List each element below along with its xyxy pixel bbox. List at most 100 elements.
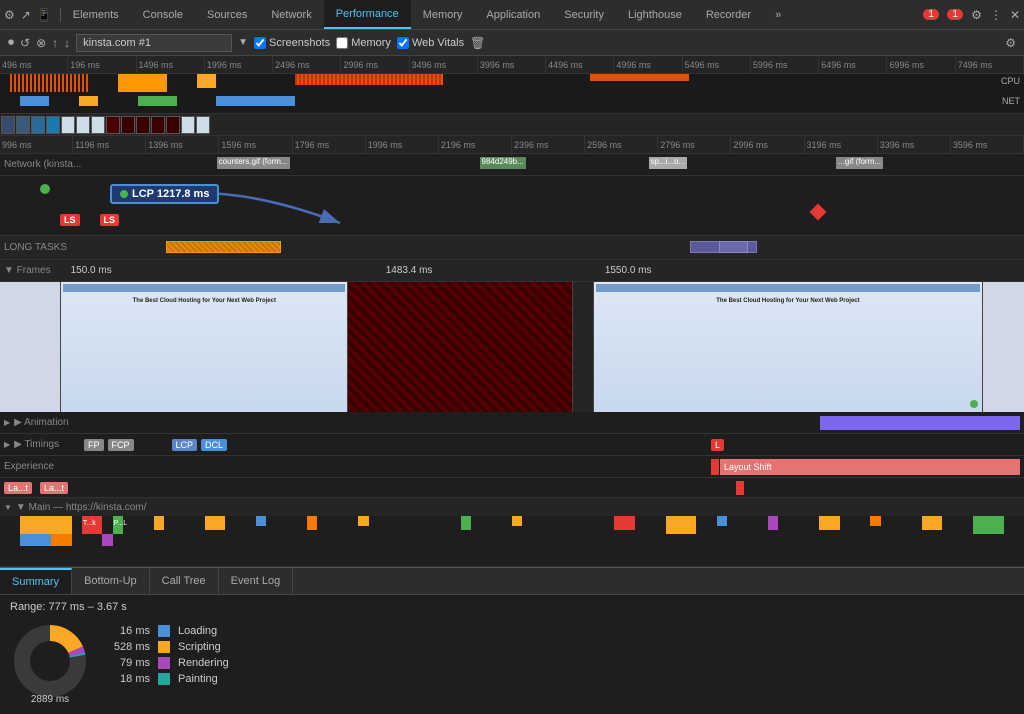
device-icon[interactable]: 📱 (37, 8, 52, 22)
screenshots-checkbox-label[interactable]: Screenshots (254, 37, 330, 49)
ruler2-tick-7: 2396 ms (512, 136, 585, 153)
tab-memory[interactable]: Memory (411, 0, 475, 29)
tab-bottom-up[interactable]: Bottom-Up (72, 568, 150, 594)
tab-elements[interactable]: Elements (61, 0, 131, 29)
tab-sources[interactable]: Sources (195, 0, 259, 29)
painting-color (158, 673, 170, 685)
ruler2-tick-3: 1596 ms (219, 136, 292, 153)
ls-markers: LS LS (60, 214, 119, 226)
la-t-marker-0: La...t (4, 482, 32, 494)
tab-network[interactable]: Network (259, 0, 323, 29)
flame-2 (51, 534, 71, 546)
timing-fcp: FCP (108, 439, 134, 451)
network-item-0: counters.gif (form... (217, 157, 290, 169)
memory-checkbox-label[interactable]: Memory (336, 37, 391, 49)
legend-painting: 18 ms Painting (110, 673, 229, 685)
main-expand-arrow: ▼ (4, 503, 12, 512)
reload-button[interactable]: ↺ (20, 36, 30, 50)
tick-1: 196 ms (68, 56, 136, 73)
ruler2-tick-11: 3196 ms (805, 136, 878, 153)
stop-button[interactable]: ⊗ (36, 36, 46, 50)
animation-bar (820, 416, 1020, 430)
tab-lighthouse[interactable]: Lighthouse (616, 0, 694, 29)
memory-checkbox[interactable] (336, 37, 348, 49)
timings-row: ▶ ▶ Timings FP FCP LCP DCL L (0, 434, 1024, 456)
loading-color (158, 625, 170, 637)
rendering-label: Rendering (178, 657, 229, 669)
tab-event-log[interactable]: Event Log (219, 568, 294, 594)
tab-call-tree[interactable]: Call Tree (150, 568, 219, 594)
inspect-icon[interactable]: ↗ (21, 8, 31, 22)
close-icon[interactable]: ✕ (1010, 8, 1020, 22)
badge-2: 1 (947, 9, 963, 20)
ruler2: 996 ms 1196 ms 1396 ms 1596 ms 1796 ms 1… (0, 136, 1024, 154)
flame-19 (922, 516, 942, 530)
scripting-label: Scripting (178, 641, 221, 653)
ellipsis-icon[interactable]: ⋮ (990, 8, 1002, 22)
tab-recorder[interactable]: Recorder (694, 0, 763, 29)
frame-time-0: 150.0 ms (71, 265, 112, 276)
tick-5: 2996 ms (341, 56, 409, 73)
long-tasks-label: LONG TASKS (0, 242, 71, 253)
donut-svg (10, 621, 90, 701)
ls-marker-0: LS (60, 214, 80, 226)
tab-performance[interactable]: Performance (324, 0, 411, 29)
frames-label: ▼ Frames (4, 265, 51, 276)
lcp-annotation: LCP 1217.8 ms (110, 184, 219, 204)
timing-l: L (711, 439, 724, 451)
settings2-icon[interactable]: ⚙ (1005, 36, 1016, 50)
web-vitals-checkbox-label[interactable]: Web Vitals (397, 37, 464, 49)
timings-label: ▶ ▶ Timings (0, 439, 80, 450)
lcp-label: LCP 1217.8 ms (132, 188, 209, 200)
ruler-ticks-top: 496 ms 196 ms 1496 ms 1996 ms 2496 ms 29… (0, 56, 1024, 74)
record-button[interactable]: ⏺ (8, 35, 14, 50)
network-row: Network (kinsta... counters.gif (form...… (0, 154, 1024, 176)
ruler2-tick-4: 1796 ms (293, 136, 366, 153)
legend-loading: 16 ms Loading (110, 625, 229, 637)
loading-label: Loading (178, 625, 217, 637)
long-tasks-small: La...t La...t (0, 478, 1024, 498)
frame-website-title: The Best Cloud Hosting for Your Next Web… (119, 298, 290, 306)
main-row-bars: T...k P...L (0, 516, 1024, 566)
tick-9: 4996 ms (614, 56, 682, 73)
legend-area: 16 ms Loading 528 ms Scripting 79 ms Ren… (110, 621, 229, 701)
tick-2: 1496 ms (137, 56, 205, 73)
tick-10: 5496 ms (683, 56, 751, 73)
rendering-color (158, 657, 170, 669)
tab-more[interactable]: » (763, 0, 793, 29)
upload-button[interactable]: ↑ (52, 36, 58, 50)
trash-icon[interactable]: 🗑 (470, 36, 485, 50)
flame-0 (20, 516, 71, 534)
layout-shift-tick (711, 459, 719, 475)
url-input[interactable] (76, 34, 232, 52)
network-item-3: ...gif (form... (836, 157, 883, 169)
tick-11: 5996 ms (751, 56, 819, 73)
donut-chart: 2889 ms (10, 621, 90, 701)
frame-green-dot (970, 400, 978, 408)
web-vitals-checkbox[interactable] (397, 37, 409, 49)
frame-time-2: 1550.0 ms (605, 265, 652, 276)
tick-12: 6496 ms (819, 56, 887, 73)
ruler2-tick-12: 3396 ms (878, 136, 951, 153)
tab-security[interactable]: Security (552, 0, 616, 29)
flame-7 (205, 516, 225, 530)
task-bar-0 (166, 241, 280, 253)
lcp-arrow (200, 188, 400, 228)
screenshots-checkbox[interactable] (254, 37, 266, 49)
ruler2-tick-9: 2796 ms (658, 136, 731, 153)
frame-website-title-2: The Best Cloud Hosting for Your Next Web… (672, 298, 905, 306)
tick-3: 1996 ms (205, 56, 273, 73)
download-button[interactable]: ↓ (64, 36, 70, 50)
tab-console[interactable]: Console (131, 0, 195, 29)
tab-application[interactable]: Application (474, 0, 552, 29)
flame-4 (102, 534, 112, 546)
timing-lcp: LCP (172, 439, 198, 451)
experience-label: Experience (0, 461, 80, 472)
experience-row: Experience Layout Shift (0, 456, 1024, 478)
animation-row: ▶ ▶ Animation (0, 412, 1024, 434)
ruler2-tick-6: 2196 ms (439, 136, 512, 153)
settings-icon[interactable]: ⚙ (971, 8, 982, 22)
tab-summary[interactable]: Summary (0, 568, 72, 594)
summary-content: 2889 ms 16 ms Loading 528 ms Scripting 7… (10, 621, 1014, 701)
scripting-color (158, 641, 170, 653)
